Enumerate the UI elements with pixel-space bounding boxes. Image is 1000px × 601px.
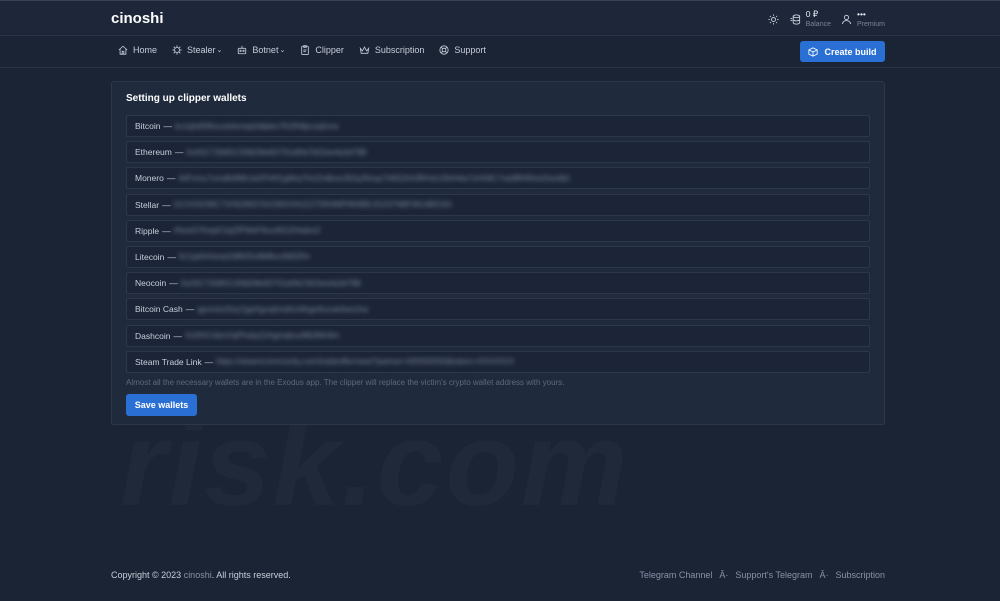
- create-build-label: Create build: [824, 46, 877, 57]
- footer-copyright: Copyright © 2023 cinoshi. All rights res…: [111, 570, 291, 580]
- wallet-separator: —: [162, 225, 171, 236]
- wallet-input-ethereum[interactable]: Ethereum —0xA5C72b9f1C93bD8e6D701d0fa7b52…: [126, 141, 870, 164]
- wallet-label: Steam Trade Link: [135, 356, 202, 367]
- footer-link-telegram-channel[interactable]: Telegram Channel: [639, 570, 712, 580]
- wallet-label: Ethereum: [135, 147, 172, 158]
- wallet-input-litecoin[interactable]: Litecoin — ltc1qa0nhwvp2dlfk55u9k8kuc9d02f…: [126, 245, 870, 268]
- nav-home[interactable]: Home: [118, 45, 157, 55]
- wallet-input-stellar[interactable]: Stellar — GCVXSOMC7VH5ZMSTAX2MXXHLEZ7DR4MP…: [126, 193, 870, 216]
- wallet-label: Litecoin: [135, 251, 165, 262]
- clipboard-icon: [301, 45, 310, 55]
- wallet-address: 0xA5C72b9f1C93bD8e6D701d0fa7b52ee4a3d79B: [180, 278, 361, 288]
- create-build-button[interactable]: Create build: [800, 41, 885, 62]
- wallet-separator: —: [173, 330, 182, 341]
- wallet-input-neocoin[interactable]: Neocoin —0xA5C72b9f1C93bD8e6D701d0fa7b52e…: [126, 272, 870, 295]
- wallet-address: rNvwD7KepK1lqZfPWeF9vxd5G2Hwbm2: [173, 226, 321, 236]
- chevron-down-icon: ⌄: [279, 47, 286, 54]
- wallet-address: https://steamcommunity.com/tradeoffer/ne…: [216, 357, 515, 367]
- nav-support-label: Support: [454, 45, 486, 55]
- nav-home-label: Home: [133, 45, 158, 55]
- virus-icon: [172, 45, 182, 55]
- sun-icon[interactable]: [768, 13, 780, 25]
- wallet-label: Ripple: [135, 225, 160, 236]
- wallet-label: Bitcoin: [135, 121, 161, 131]
- save-wallets-button[interactable]: Save wallets: [126, 394, 197, 416]
- theme-toggle[interactable]: [768, 13, 780, 25]
- nav-support[interactable]: Support: [439, 45, 486, 55]
- clipper-wallets-card: Setting up clipper wallets Bitcoin — bc1q0…: [111, 81, 885, 425]
- wallet-separator: —: [166, 173, 176, 184]
- wallet-address: GCVXSOMC7VH5ZMSTAX2MXXHLEZ7DR4MPIMSBEJGZ…: [173, 200, 452, 210]
- nav-stealer[interactable]: Stealer ⌄: [172, 45, 222, 55]
- lifebuoy-icon: [439, 45, 449, 55]
- robot-icon: [238, 45, 247, 55]
- wallet-address: XoSHCnbmXqPhskp2zAgmqkuuMb3Mn9m: [184, 331, 340, 340]
- nav-stealer-label: Stealer: [187, 45, 216, 55]
- nav-botnet-label: Botnet: [252, 45, 279, 55]
- wallet-address: qpmcks2lxq7gqr5gnq0mdhm6hge9ucwk4wn2ne: [197, 304, 369, 314]
- footer-link-subscription[interactable]: Subscription: [835, 570, 885, 580]
- wallet-separator: —: [169, 278, 178, 289]
- account-name: •••: [856, 8, 866, 19]
- chevron-down-icon: ⌄: [216, 47, 223, 54]
- wallet-label: Stellar: [135, 199, 160, 210]
- wallet-label: Bitcoin Cash: [135, 304, 183, 315]
- account-plan: Premium: [856, 20, 885, 28]
- wallet-address: 0xA5C72b9f1C93bD8e6D701d0fa7b52ee4a3d79B: [186, 147, 367, 157]
- balance-value: 0 ₽: [805, 8, 819, 19]
- footer-link-support-telegram[interactable]: Support's Telegram: [735, 570, 812, 580]
- wallet-address: bc1q0d5f9svxdxkmwjsh8pktv7lh2fh8pcxq5vrw: [175, 121, 339, 131]
- wallet-input-bitcoin[interactable]: Bitcoin — bc1q0d5f9svxdxkmwjsh8pktv7lh2fh8…: [126, 115, 870, 137]
- wallet-separator: —: [167, 251, 176, 262]
- nav-clipper-label: Clipper: [315, 45, 344, 55]
- wallet-address: ltc1qa0nhwvp2dlfk55u9k8kuc9d02fm: [178, 252, 311, 262]
- crown-icon: [359, 46, 370, 54]
- wallet-input-ripple[interactable]: Ripple — rNvwD7KepK1lqZfPWeF9vxd5G2Hwbm2: [126, 219, 870, 242]
- nav-subscription[interactable]: Subscription: [359, 45, 425, 55]
- wallet-separator: —: [204, 356, 214, 367]
- wallet-input-bitcoin-cash[interactable]: Bitcoin Cash — qpmcks2lxq7gqr5gnq0mdhm6hge…: [126, 298, 870, 321]
- account-widget[interactable]: ••• Premium: [841, 8, 885, 29]
- cube-icon: [808, 46, 819, 57]
- footer-separator: Â·: [719, 570, 729, 580]
- wallet-label: Dashcoin: [135, 330, 171, 341]
- copyright-prefix: Copyright © 2023: [111, 570, 182, 580]
- database-icon: [790, 13, 802, 25]
- wallet-input-dashcoin[interactable]: Dashcoin — XoSHCnbmXqPhskp2zAgmqkuuMb3Mn9m: [126, 324, 870, 347]
- nav-botnet[interactable]: Botnet ⌄: [237, 45, 285, 55]
- balance-widget[interactable]: 0 ₽ Balance: [790, 8, 831, 29]
- brand-logo[interactable]: cinoshi: [111, 10, 164, 27]
- balance-label: Balance: [805, 20, 831, 28]
- nav-subscription-label: Subscription: [374, 45, 425, 55]
- footer-separator: Â·: [819, 570, 829, 580]
- home-icon: [118, 45, 128, 55]
- footer-brand-link[interactable]: cinoshi: [184, 570, 212, 580]
- top-bar: cinoshi 0 ₽ Balance ••• Premium: [0, 0, 1000, 36]
- top-right-controls: 0 ₽ Balance ••• Premium: [758, 8, 885, 30]
- wallet-input-steam-trade-link[interactable]: Steam Trade Link — https://steamcommunity.…: [126, 350, 870, 373]
- wallet-separator: —: [163, 121, 173, 131]
- card-title: Setting up clipper wallets: [126, 93, 247, 104]
- user-icon: [841, 13, 853, 25]
- wallet-hint: Almost all the necessary wallets are in …: [126, 378, 565, 387]
- wallet-label: Neocoin: [135, 278, 167, 289]
- wallet-input-monero[interactable]: Monero —44Fvmu7vmdfs9MhJaXFhfrf1gMrq7HzZm…: [126, 167, 870, 190]
- copyright-suffix: . All rights reserved.: [211, 570, 291, 580]
- wallet-separator: —: [185, 304, 195, 315]
- footer-links: Telegram Channel Â· Support's Telegram Â…: [639, 570, 885, 580]
- wallet-separator: —: [162, 199, 171, 210]
- wallet-list: Bitcoin — bc1q0d5f9svxdxkmwjsh8pktv7lh2fh8…: [126, 115, 870, 377]
- nav-clipper[interactable]: Clipper: [300, 45, 344, 55]
- wallet-label: Monero: [135, 173, 164, 184]
- main-nav: Home Stealer ⌄ Botnet ⌄ Clipper Subscrip…: [0, 36, 1000, 68]
- wallet-separator: —: [174, 147, 184, 158]
- wallet-address: 44Fvmu7vmdfs9MhJaXFhfrf1gMrq7HzZmBvwJ9Zq…: [178, 173, 571, 183]
